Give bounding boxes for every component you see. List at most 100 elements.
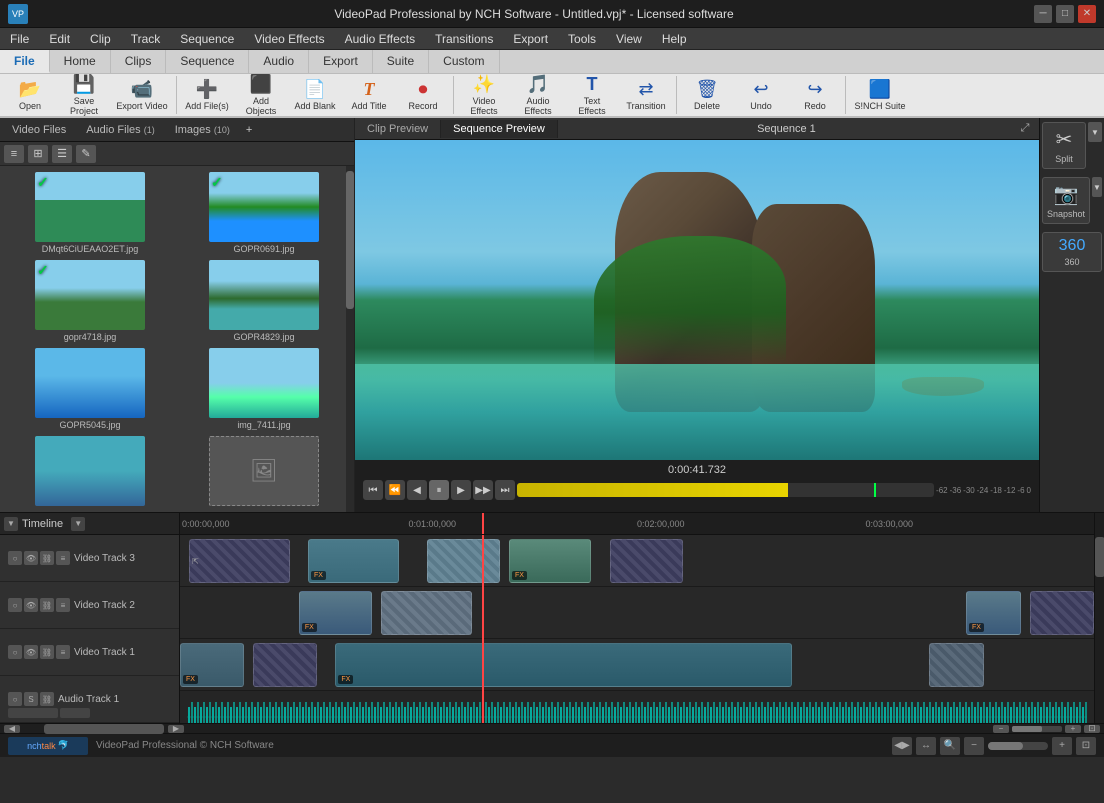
open-button[interactable]: 📂 Open [4,75,56,115]
track-mute-btn-2[interactable]: ○ [8,598,22,612]
delete-button[interactable]: 🗑 Delete [681,75,733,115]
progress-bar[interactable] [517,483,934,497]
ribbon-tab-home[interactable]: Home [50,50,111,73]
snapshot-button[interactable]: 📷 Snapshot [1042,177,1090,224]
media-item-5[interactable]: img_7411.jpg [178,346,350,432]
master-zoom-slider[interactable] [988,742,1048,750]
play-button[interactable]: ▶ [451,480,471,500]
add-objects-button[interactable]: ⬛ Add Objects [235,75,287,115]
media-item-1[interactable]: ✓ GOPR0691.jpg [178,170,350,256]
scroll-right-btn[interactable]: ▶ [168,725,184,733]
menu-audio-effects[interactable]: Audio Effects [335,30,426,48]
media-scrollbar[interactable] [346,166,354,512]
media-item-4[interactable]: GOPR5045.jpg [4,346,176,432]
clip-v2-1[interactable]: FX [299,591,372,635]
h-scrollbar-thumb[interactable] [44,724,164,734]
media-item-0[interactable]: ✓ DMqt6CiUEAAO2ET.jpg [4,170,176,256]
clip-v3-1[interactable]: ⇱ [189,539,290,583]
menu-export[interactable]: Export [503,30,558,48]
clip-v3-4[interactable]: FX [509,539,591,583]
go-end-button[interactable]: ⏭ [495,480,515,500]
timeline-h-scrollbar[interactable]: ◀ ▶ − + ⊡ [0,723,1104,733]
timeline-dropdown-btn[interactable]: ▼ [71,517,85,531]
clip-v1-2[interactable] [253,643,317,687]
ribbon-tab-export[interactable]: Export [309,50,373,73]
status-btn3[interactable]: 🔍 [940,737,960,755]
track-mute-btn-1[interactable]: ○ [8,645,22,659]
redo-button[interactable]: ↪ Redo [789,75,841,115]
zoom-in-btn[interactable]: + [1065,725,1081,733]
status-btn6[interactable]: ⊡ [1076,737,1096,755]
timeline-v-scroll-top[interactable] [1094,513,1104,535]
record-button[interactable]: ⏺ Record [397,75,449,115]
menu-transitions[interactable]: Transitions [425,30,503,48]
media-toolbar-btn4[interactable]: ✎ [76,145,96,163]
snapshot-dropdown[interactable]: ▼ [1092,177,1102,197]
scroll-left-btn[interactable]: ◀ [4,725,20,733]
clip-preview-tab[interactable]: Clip Preview [355,120,441,138]
track-link-btn-1[interactable]: ⛓ [40,645,54,659]
360-button[interactable]: 360 360 [1042,232,1102,272]
fullscreen-button[interactable]: ⤢ [1015,119,1035,139]
status-btn1[interactable]: ◀▶ [892,737,912,755]
clip-v2-4[interactable] [1030,591,1094,635]
rewind-button[interactable]: ◀ [407,480,427,500]
save-project-button[interactable]: 💾 Save Project [58,75,110,115]
clip-v2-2[interactable] [381,591,472,635]
status-btn2[interactable]: ↔ [916,737,936,755]
ribbon-tab-audio[interactable]: Audio [249,50,309,73]
tab-audio-files[interactable]: Audio Files (1) [78,121,162,139]
menu-clip[interactable]: Clip [80,30,121,48]
media-toolbar-btn3[interactable]: ☰ [52,145,72,163]
fit-timeline-btn[interactable]: ⊡ [1084,725,1100,733]
clip-v3-3[interactable] [427,539,500,583]
menu-view[interactable]: View [606,30,652,48]
track-settings-btn-2[interactable]: ≡ [56,598,70,612]
media-item-7[interactable]: 🖼 [178,434,350,510]
timeline-collapse-btn[interactable]: ▼ [4,517,18,531]
media-toolbar-btn2[interactable]: ⊞ [28,145,48,163]
track-lock-btn-2[interactable]: 👁 [24,598,38,612]
menu-edit[interactable]: Edit [39,30,80,48]
media-item-3[interactable]: GOPR4829.jpg [178,258,350,344]
sequence-preview-tab[interactable]: Sequence Preview [441,120,558,138]
status-btn5[interactable]: + [1052,737,1072,755]
add-files-button[interactable]: ➕ Add File(s) [181,75,233,115]
audio-effects-button[interactable]: 🎵 Audio Effects [512,75,564,115]
clip-v1-1[interactable]: FX [180,643,244,687]
track-lock-btn-3[interactable]: 👁 [24,551,38,565]
minimize-button[interactable]: ─ [1034,5,1052,23]
export-video-button[interactable]: 📹 Export Video [112,75,172,115]
video-effects-button[interactable]: ✨ Video Effects [458,75,510,115]
track-lock-btn-1[interactable]: 👁 [24,645,38,659]
undo-button[interactable]: ↩ Undo [735,75,787,115]
ribbon-tab-sequence[interactable]: Sequence [166,50,249,73]
transition-button[interactable]: ⇄ Transition [620,75,672,115]
text-effects-button[interactable]: T Text Effects [566,75,618,115]
pause-button[interactable]: ⏸ [429,480,449,500]
maximize-button[interactable]: □ [1056,5,1074,23]
timeline-v-scrollbar[interactable] [1094,535,1104,723]
track-link-btn-2[interactable]: ⛓ [40,598,54,612]
menu-video-effects[interactable]: Video Effects [244,30,334,48]
menu-file[interactable]: File [0,30,39,48]
track-link-btn-3[interactable]: ⛓ [40,551,54,565]
split-dropdown[interactable]: ▼ [1088,122,1102,142]
add-media-button[interactable]: + [246,124,252,136]
tab-video-files[interactable]: Video Files [4,121,74,139]
ribbon-tab-file[interactable]: File [0,50,50,73]
track-content[interactable]: ⇱ FX FX FX FX [180,535,1094,723]
ribbon-tab-clips[interactable]: Clips [111,50,167,73]
status-btn4[interactable]: − [964,737,984,755]
track-settings-btn-3[interactable]: ≡ [56,551,70,565]
zoom-slider[interactable] [1012,726,1062,732]
next-frame-button[interactable]: ▶▶ [473,480,493,500]
clip-v3-2[interactable]: FX [308,539,399,583]
menu-sequence[interactable]: Sequence [170,30,244,48]
clip-v1-end[interactable] [929,643,984,687]
audio-mute-btn-1[interactable]: ○ [8,692,22,706]
clip-v1-main[interactable]: FX [335,643,792,687]
ribbon-tab-custom[interactable]: Custom [429,50,499,73]
add-blank-button[interactable]: 📄 Add Blank [289,75,341,115]
add-title-button[interactable]: T Add Title [343,75,395,115]
